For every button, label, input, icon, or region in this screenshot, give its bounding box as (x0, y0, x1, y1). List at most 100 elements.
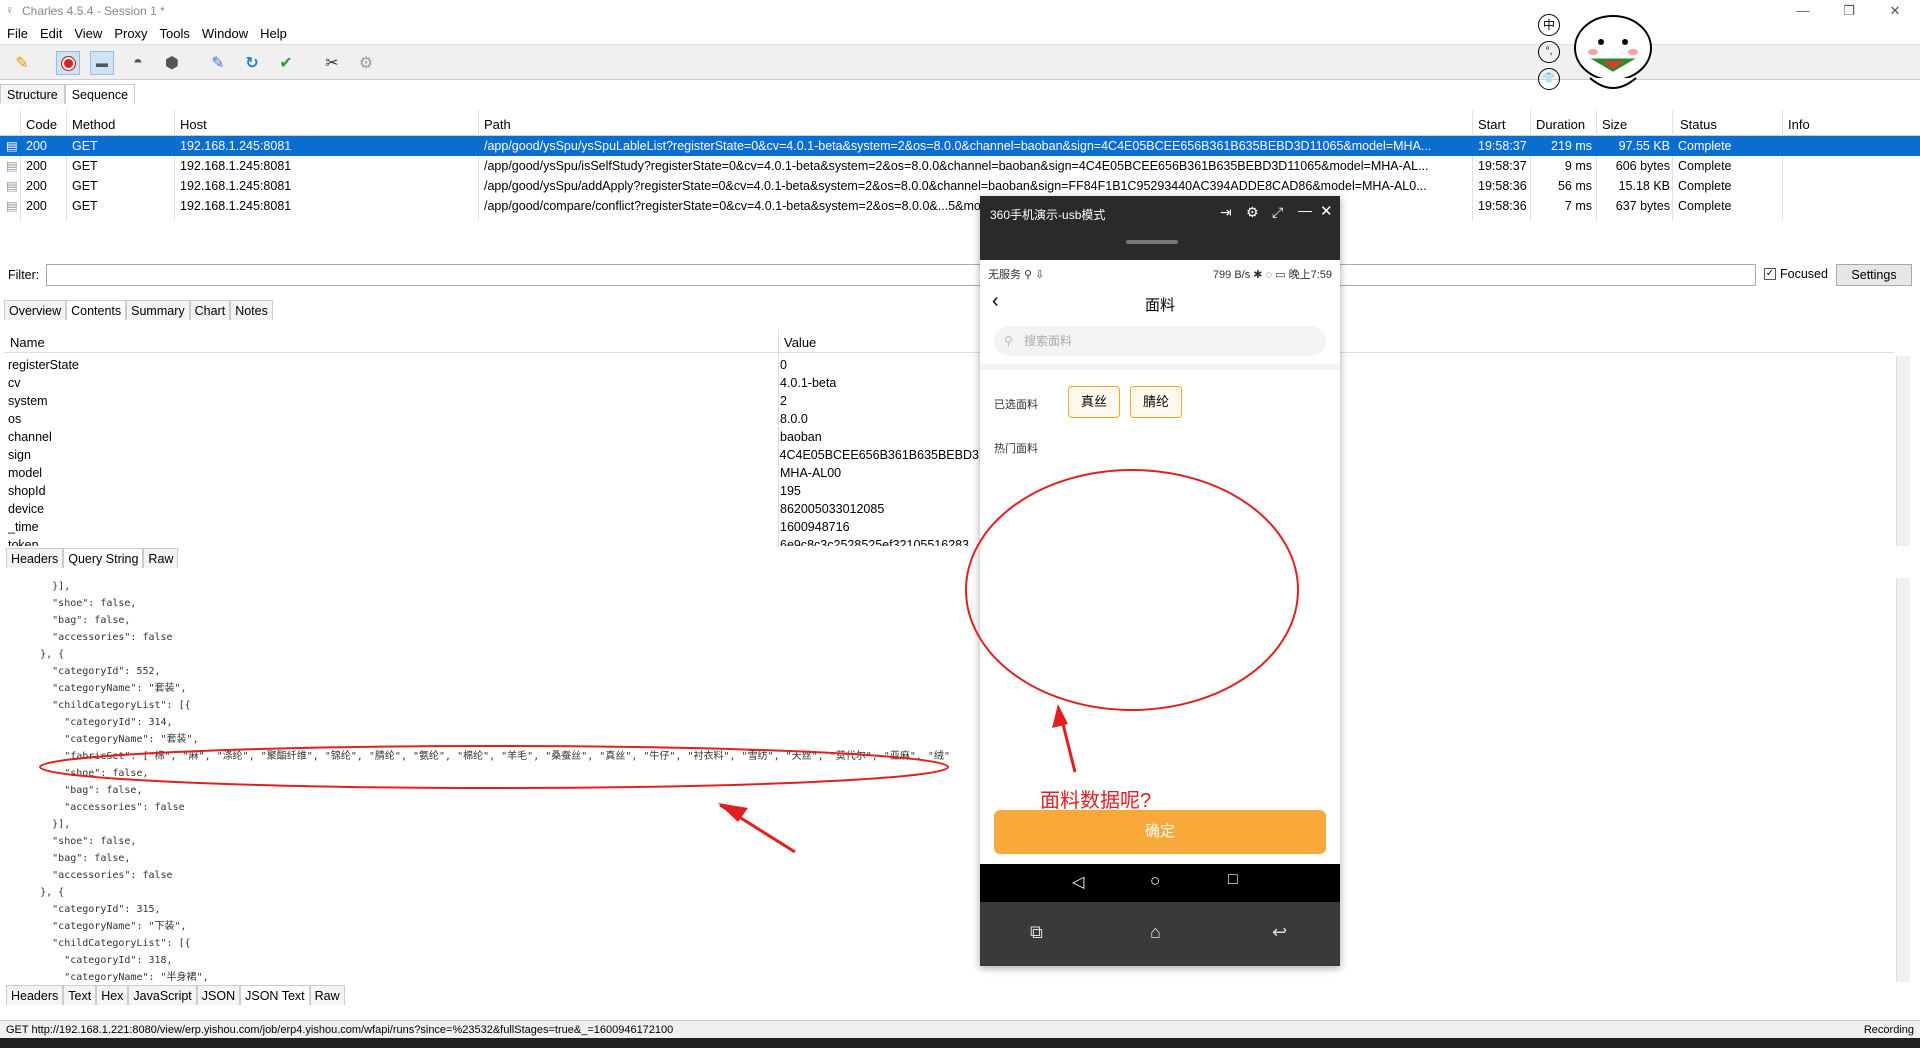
col-info[interactable]: Info (1788, 117, 1810, 132)
json-scrollbar[interactable] (1896, 578, 1910, 982)
table-row[interactable]: ▤ 200 GET 192.168.1.245:8081 /app/good/y… (0, 136, 1920, 156)
kv-row: os 8.0.0 (8, 412, 808, 426)
broom-icon[interactable]: ✎ (10, 51, 34, 75)
cell-method: GET (72, 199, 98, 213)
window-title: Charles 4.5.4 - Session 1 * (22, 4, 165, 18)
stop-icon[interactable]: ⬢ (160, 51, 184, 75)
tab-req-raw[interactable]: Raw (143, 548, 179, 568)
cell-start: 19:58:37 (1478, 159, 1527, 173)
cell-size: 15.18 KB (1618, 179, 1670, 193)
kv-value-header[interactable]: Value (784, 335, 816, 350)
tab-notes[interactable]: Notes (230, 300, 273, 320)
tab-req-headers[interactable]: Headers (6, 548, 64, 568)
settings-button[interactable]: Settings (1836, 264, 1912, 286)
selected-fabric-chip[interactable]: 腈纶 (1130, 386, 1182, 418)
gear-icon[interactable]: ⚙ (1246, 204, 1259, 221)
pen-icon[interactable]: ✎ (206, 51, 230, 75)
cell-host: 192.168.1.245:8081 (180, 179, 292, 193)
pin-icon[interactable]: ⇥ (1220, 204, 1232, 221)
confirm-button[interactable]: 确定 (994, 810, 1326, 854)
tab-json[interactable]: JSON (196, 985, 241, 1005)
code-line: "accessories": false (4, 632, 173, 643)
tab-resp-raw[interactable]: Raw (309, 985, 345, 1005)
col-duration[interactable]: Duration (1536, 117, 1585, 132)
col-code[interactable]: Code (26, 117, 57, 132)
return-icon[interactable]: ↩ (1272, 922, 1287, 943)
tab-contents[interactable]: Contents (66, 300, 127, 320)
tab-query-string[interactable]: Query String (63, 548, 144, 568)
tab-hex[interactable]: Hex (96, 985, 129, 1005)
kv-row: system 2 (8, 394, 787, 408)
tools-icon[interactable]: ✂ (320, 51, 344, 75)
menu-view[interactable]: View (67, 22, 107, 41)
selected-fabric-chip[interactable]: 真丝 (1068, 386, 1120, 418)
recents-icon[interactable]: ⧉ (1030, 922, 1043, 943)
code-line: "categoryName": "套装", (4, 683, 187, 694)
cell-start: 19:58:36 (1478, 199, 1527, 213)
tab-text[interactable]: Text (63, 985, 97, 1005)
col-host[interactable]: Host (180, 117, 207, 132)
tab-sequence[interactable]: Sequence (64, 84, 136, 104)
home-icon[interactable]: ⌂ (1150, 922, 1161, 943)
filter-input[interactable] (46, 264, 1756, 286)
android-home-icon[interactable]: ○ (1150, 871, 1160, 891)
cell-host: 192.168.1.245:8081 (180, 199, 292, 213)
kv-name-header[interactable]: Name (10, 335, 45, 350)
close-button[interactable]: ✕ (1872, 0, 1918, 22)
maximize-button[interactable]: ❐ (1826, 0, 1872, 22)
menu-window[interactable]: Window (195, 22, 253, 41)
cell-status: Complete (1678, 139, 1732, 153)
code-line: "bag": false, (4, 853, 131, 864)
menu-help[interactable]: Help (253, 22, 292, 41)
col-method[interactable]: Method (72, 117, 115, 132)
fullscreen-icon[interactable]: ⤢ (1272, 204, 1283, 221)
check-icon[interactable]: ✔ (274, 51, 298, 75)
close-icon[interactable]: ✕ (1320, 202, 1333, 220)
cell-path: /app/good/ysSpu/ysSpuLableList?registerS… (484, 139, 1432, 153)
code-line: "shoe": false, (4, 768, 149, 779)
menu-file[interactable]: File (0, 22, 33, 41)
tab-summary[interactable]: Summary (126, 300, 190, 320)
menu-tools[interactable]: Tools (153, 22, 195, 41)
col-status[interactable]: Status (1680, 117, 1717, 132)
cell-host: 192.168.1.245:8081 (180, 159, 292, 173)
throttle-icon[interactable]: ▬ (90, 51, 114, 75)
filter-bar: Filter: ✓ Focused Settings (0, 262, 1920, 288)
tab-overview[interactable]: Overview (4, 300, 67, 320)
minimize-icon[interactable]: — (1298, 202, 1312, 218)
menu-proxy[interactable]: Proxy (107, 22, 152, 41)
tab-chart[interactable]: Chart (189, 300, 231, 320)
table-row[interactable]: ▤ 200 GET 192.168.1.245:8081 /app/good/y… (0, 176, 1920, 196)
code-line: "categoryId": 552, (4, 666, 161, 677)
drag-handle[interactable] (1126, 240, 1178, 244)
tab-javascript[interactable]: JavaScript (128, 985, 197, 1005)
code-line: "fabricSet": ["棉", "麻", "涤纶", "聚酯纤维", "锦… (4, 751, 950, 762)
turtle-icon[interactable]: ◓ (126, 51, 150, 75)
col-path[interactable]: Path (484, 117, 511, 132)
col-size[interactable]: Size (1602, 117, 1627, 132)
cell-code: 200 (26, 139, 47, 153)
tab-structure[interactable]: Structure (0, 84, 65, 104)
kv-scrollbar[interactable] (1896, 356, 1910, 546)
refresh-icon[interactable]: ↻ (240, 51, 264, 75)
menu-edit[interactable]: Edit (33, 22, 67, 41)
android-recents-icon[interactable]: □ (1228, 871, 1238, 889)
table-row[interactable]: ▤ 200 GET 192.168.1.245:8081 /app/good/c… (0, 196, 1920, 216)
tab-json-text[interactable]: JSON Text (240, 985, 310, 1005)
tab-resp-headers[interactable]: Headers (6, 985, 64, 1005)
settings-icon[interactable]: ⚙ (354, 51, 378, 75)
cell-size: 637 bytes (1615, 199, 1670, 213)
focused-checkbox[interactable]: ✓ (1764, 268, 1776, 280)
code-line: "categoryName": "套装", (4, 734, 199, 745)
annotation-text: 面料数据呢? (1040, 790, 1152, 812)
code-line: "shoe": false, (4, 598, 137, 609)
table-row[interactable]: ▤ 200 GET 192.168.1.245:8081 /app/good/y… (0, 156, 1920, 176)
detail-tabs: Overview Contents Summary Chart Notes (4, 300, 273, 320)
col-start[interactable]: Start (1478, 117, 1505, 132)
android-back-icon[interactable]: ◁ (1072, 872, 1084, 892)
minimize-button[interactable]: — (1780, 0, 1826, 22)
phone-window-titlebar: 360手机演示-usb模式 ⇥ ⚙ ⤢ — ✕ (980, 196, 1340, 260)
fabric-search-input[interactable]: ⚲ 搜索面料 (994, 326, 1326, 356)
kv-row: shopId 195 (8, 484, 801, 498)
record-icon[interactable] (56, 51, 80, 75)
